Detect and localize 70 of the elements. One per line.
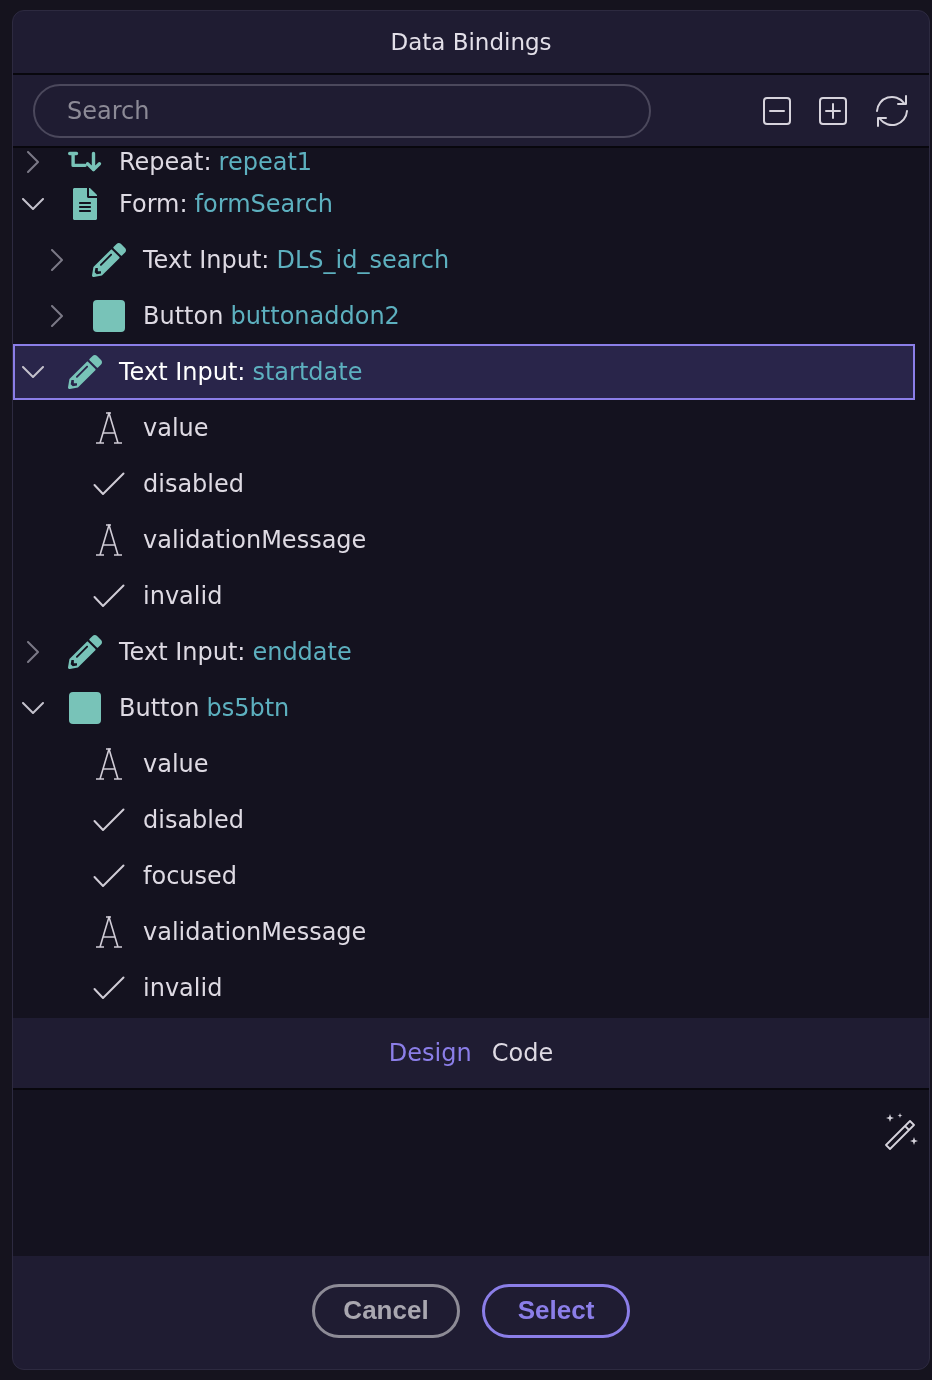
tree-item[interactable]: Text Input: startdate <box>13 344 915 400</box>
tab[interactable]: Code <box>491 1039 554 1067</box>
node-type-label: Form: <box>119 190 188 218</box>
magic-wand-icon[interactable] <box>883 1112 919 1150</box>
letter-a-icon <box>95 412 123 444</box>
node-name: repeat1 <box>218 148 313 176</box>
select-button[interactable]: Select <box>482 1283 630 1338</box>
chevron-right-icon[interactable] <box>27 151 39 173</box>
chevron-down-icon[interactable] <box>22 702 44 714</box>
property-name: validationMessage <box>143 918 367 946</box>
property-name: invalid <box>143 974 223 1002</box>
tree-item[interactable]: validationMessage <box>13 904 915 960</box>
node-name: startdate <box>252 358 363 386</box>
node-name: bs5btn <box>206 694 290 722</box>
node-name: DLS_id_search <box>276 246 450 274</box>
property-name: disabled <box>143 806 244 834</box>
tree-item[interactable]: focused <box>13 848 915 904</box>
node-type-label: Button <box>119 694 200 722</box>
node-name: formSearch <box>194 190 333 218</box>
chevron-down-icon[interactable] <box>22 198 44 210</box>
chevron-right-icon[interactable] <box>51 249 63 271</box>
check-icon <box>93 808 125 832</box>
tree-item[interactable]: Text Input: enddate <box>13 624 915 680</box>
property-name: invalid <box>143 582 223 610</box>
chevron-right-icon[interactable] <box>51 305 63 327</box>
chevron-right-icon[interactable] <box>27 641 39 663</box>
letter-a-icon <box>95 916 123 948</box>
pencil-icon <box>68 355 102 389</box>
pencil-icon <box>92 243 126 277</box>
check-icon <box>93 584 125 608</box>
property-name: disabled <box>143 470 244 498</box>
tree-item[interactable]: disabled <box>13 456 915 512</box>
minus-square-icon[interactable] <box>763 96 791 125</box>
tree-item[interactable]: invalid <box>13 568 915 624</box>
tree-item[interactable]: value <box>13 736 915 792</box>
tree-item[interactable]: invalid <box>13 960 915 1016</box>
node-name: buttonaddon2 <box>230 302 400 330</box>
tree-item[interactable]: Form: formSearch <box>13 176 915 232</box>
letter-a-icon <box>95 524 123 556</box>
property-name: focused <box>143 862 238 890</box>
tree-item[interactable]: Repeat: repeat1 <box>13 148 915 176</box>
pencil-icon <box>68 635 102 669</box>
property-name: value <box>143 750 209 778</box>
letter-a-icon <box>95 748 123 780</box>
property-name: validationMessage <box>143 526 367 554</box>
tree-item[interactable]: Text Input: DLS_id_search <box>13 232 915 288</box>
square-icon <box>69 692 101 724</box>
tree-item[interactable]: value <box>13 400 915 456</box>
plus-square-icon[interactable] <box>819 96 847 125</box>
node-type-label: Text Input: <box>143 246 270 274</box>
check-icon <box>93 864 125 888</box>
square-icon <box>93 300 125 332</box>
search-field[interactable]: Search <box>33 83 651 138</box>
tree-item[interactable]: validationMessage <box>13 512 915 568</box>
tree-item[interactable]: Button buttonaddon2 <box>13 288 915 344</box>
node-name: enddate <box>252 638 352 666</box>
chevron-down-icon[interactable] <box>22 366 44 378</box>
tree-item[interactable]: disabled <box>13 792 915 848</box>
tab[interactable]: Design <box>388 1039 472 1067</box>
refresh-icon[interactable] <box>875 93 909 128</box>
tree-item[interactable]: Button bs5btn <box>13 680 915 736</box>
cancel-button[interactable]: Cancel <box>312 1283 460 1338</box>
node-type-label: Text Input: <box>119 358 246 386</box>
property-name: value <box>143 414 209 442</box>
node-type-label: Text Input: <box>119 638 246 666</box>
node-type-label: Repeat: <box>119 148 212 176</box>
node-type-label: Button <box>143 302 224 330</box>
check-icon <box>93 472 125 496</box>
check-icon <box>93 976 125 1000</box>
dialog-title: Data Bindings <box>390 29 552 55</box>
